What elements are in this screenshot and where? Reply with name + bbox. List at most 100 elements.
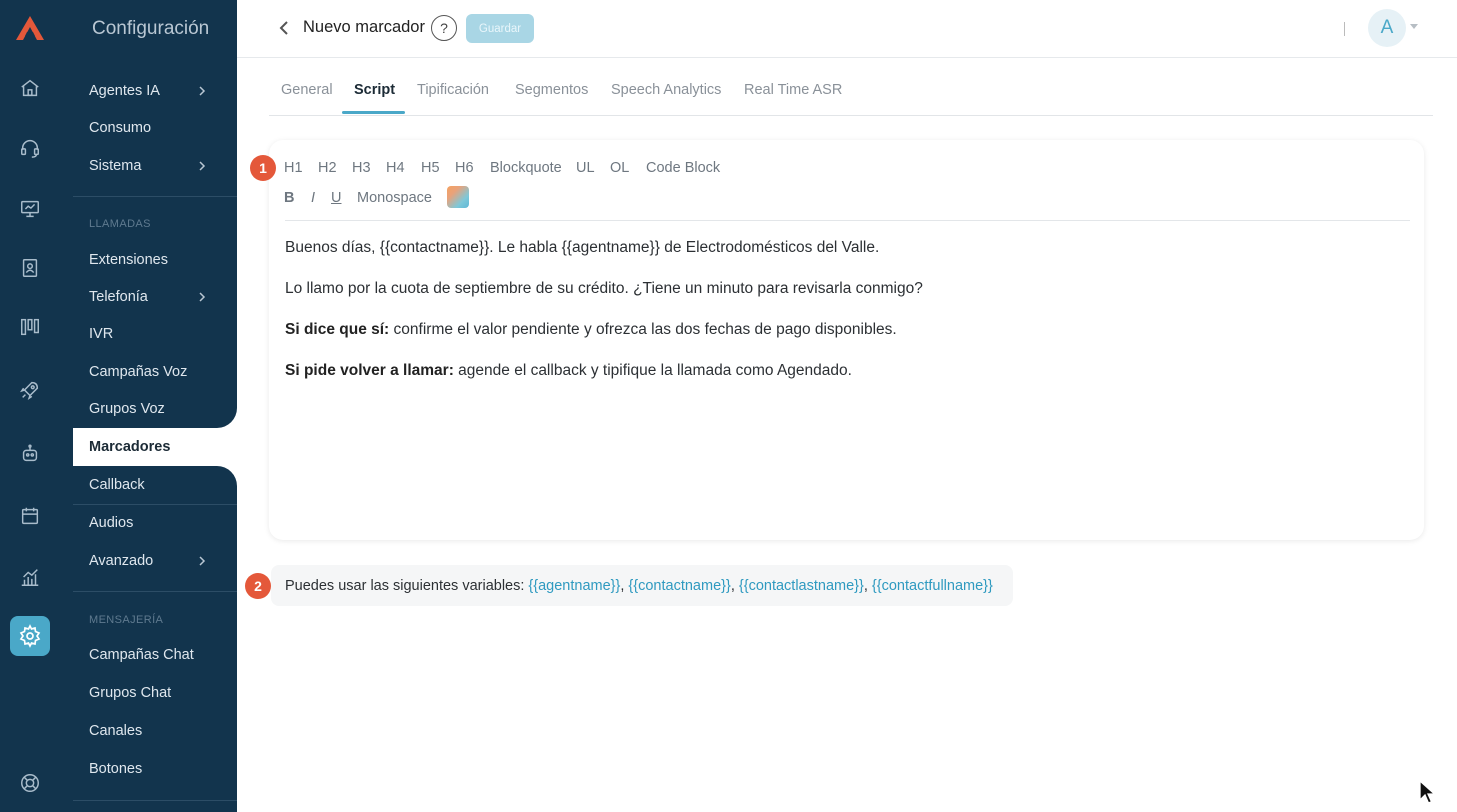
- nav-item-label: Sistema: [89, 158, 142, 174]
- chevron-right-icon: [199, 556, 206, 566]
- back-arrow-icon[interactable]: [277, 18, 291, 38]
- color-picker-swatch[interactable]: [447, 186, 469, 208]
- tab-bar: General Script Tipificación Segmentos Sp…: [269, 58, 1433, 116]
- calendar-icon[interactable]: [17, 503, 43, 529]
- nav-item-label: Callback: [89, 477, 145, 493]
- header-divider: [1344, 22, 1345, 36]
- section-label-mensajeria: MENSAJERÍA: [89, 614, 164, 626]
- nav-item-audios[interactable]: Audios: [58, 504, 237, 542]
- nav-item-label: Extensiones: [89, 252, 168, 268]
- logo-icon: [16, 16, 44, 40]
- nav-item-avanzado[interactable]: Avanzado: [58, 542, 237, 580]
- nav-item-botones[interactable]: Botones: [58, 750, 237, 788]
- icon-rail: [0, 0, 58, 812]
- tab-script[interactable]: Script: [354, 82, 395, 98]
- toolbar-h5[interactable]: H5: [421, 160, 440, 176]
- variable-agentname[interactable]: {{agentname}}: [528, 578, 620, 594]
- analytics-icon[interactable]: [17, 564, 43, 590]
- caret-down-icon[interactable]: [1410, 24, 1418, 29]
- help-button[interactable]: ?: [431, 15, 457, 41]
- nav-item-sistema[interactable]: Sistema: [58, 147, 237, 185]
- save-button[interactable]: Guardar: [466, 14, 534, 43]
- variables-prefix: Puedes usar las siguientes variables:: [285, 577, 525, 594]
- chevron-right-icon: [199, 86, 206, 96]
- chevron-right-icon: [199, 292, 206, 302]
- nav-item-ivr[interactable]: IVR: [58, 315, 237, 353]
- nav-item-label: Agentes IA: [89, 83, 160, 99]
- settings-icon[interactable]: [10, 616, 50, 656]
- active-tab-indicator: [342, 111, 405, 114]
- monitor-icon[interactable]: [17, 196, 43, 222]
- section-label-llamadas: LLAMADAS: [89, 218, 151, 230]
- nav-item-label: Botones: [89, 761, 143, 777]
- nav-item-extensiones[interactable]: Extensiones: [58, 241, 237, 279]
- nav-item-label: Marcadores: [89, 439, 171, 455]
- headset-icon[interactable]: [17, 135, 43, 161]
- nav-item-consumo[interactable]: Consumo: [58, 109, 237, 147]
- toolbar-h3[interactable]: H3: [352, 160, 371, 176]
- toolbar-h4[interactable]: H4: [386, 160, 405, 176]
- tab-tipificacion[interactable]: Tipificación: [417, 82, 489, 98]
- variables-hint: Puedes usar las siguientes variables: {{…: [271, 565, 1013, 606]
- nav-item-canales[interactable]: Canales: [58, 712, 237, 750]
- nav-divider: [73, 800, 237, 801]
- toolbar-ol[interactable]: OL: [610, 160, 629, 176]
- nav-item-label: Canales: [89, 723, 143, 739]
- page-title: Nuevo marcador: [303, 18, 425, 36]
- nav-item-grupos-chat[interactable]: Grupos Chat: [58, 674, 237, 712]
- variable-contactname[interactable]: {{contactname}}: [628, 578, 730, 594]
- nav-item-label: Telefonía: [89, 289, 148, 305]
- nav-item-callback[interactable]: Callback: [58, 466, 237, 504]
- nav-item-telefonia[interactable]: Telefonía: [58, 278, 237, 316]
- nav-item-label: Audios: [89, 515, 134, 531]
- support-icon[interactable]: [17, 770, 43, 796]
- rocket-icon[interactable]: [17, 377, 43, 403]
- tab-general[interactable]: General: [281, 82, 333, 98]
- script-paragraph: Buenos días, {{contactname}}. Le habla {…: [285, 239, 880, 256]
- tab-segmentos[interactable]: Segmentos: [515, 82, 588, 98]
- script-content[interactable]: Buenos días, {{contactname}}. Le habla {…: [285, 238, 1405, 402]
- chevron-right-icon: [199, 161, 206, 171]
- step-badge-2: 2: [245, 573, 271, 599]
- nav-item-label: Campañas Voz: [89, 364, 188, 380]
- toolbar-h1[interactable]: H1: [284, 160, 303, 176]
- toolbar-monospace[interactable]: Monospace: [357, 190, 432, 206]
- avatar[interactable]: A: [1368, 9, 1406, 47]
- script-paragraph: Si pide volver a llamar: agende el callb…: [285, 362, 852, 379]
- toolbar-ul[interactable]: UL: [576, 160, 595, 176]
- toolbar-h2[interactable]: H2: [318, 160, 337, 176]
- tab-speech-analytics[interactable]: Speech Analytics: [611, 82, 721, 98]
- nav-item-label: IVR: [89, 326, 114, 342]
- toolbar-underline[interactable]: U: [331, 190, 341, 206]
- nav-item-label: Grupos Voz: [89, 401, 165, 417]
- toolbar-bold[interactable]: B: [284, 190, 294, 206]
- variable-contactfullname[interactable]: {{contactfullname}}: [872, 578, 993, 594]
- board-icon[interactable]: [17, 314, 43, 340]
- nav-item-grupos-voz[interactable]: Grupos Voz: [58, 390, 237, 428]
- toolbar-italic[interactable]: I: [311, 190, 315, 206]
- toolbar-h6[interactable]: H6: [455, 160, 474, 176]
- script-paragraph: Si dice que sí: confirme el valor pendie…: [285, 321, 897, 338]
- nav-divider: [73, 591, 237, 592]
- mouse-cursor-icon: [1419, 779, 1436, 804]
- nav-item-label: Avanzado: [89, 553, 154, 569]
- toolbar-blockquote[interactable]: Blockquote: [490, 160, 562, 176]
- nav-item-label: Grupos Chat: [89, 685, 172, 701]
- nav-divider: [73, 196, 237, 197]
- toolbar-code-block[interactable]: Code Block: [646, 160, 720, 176]
- nav-item-campanas-voz[interactable]: Campañas Voz: [58, 353, 237, 391]
- tab-real-time-asr[interactable]: Real Time ASR: [744, 82, 842, 98]
- contact-book-icon[interactable]: [17, 255, 43, 281]
- toolbar-divider: [285, 220, 1410, 221]
- nav-item-marcadores[interactable]: Marcadores: [73, 428, 237, 466]
- variable-contactlastname[interactable]: {{contactlastname}}: [739, 578, 864, 594]
- nav-item-label: Consumo: [89, 120, 152, 136]
- nav-item-agentes-ia[interactable]: Agentes IA: [58, 72, 237, 110]
- step-badge-1: 1: [250, 155, 276, 181]
- home-icon[interactable]: [17, 75, 43, 101]
- nav-item-label: Campañas Chat: [89, 647, 194, 663]
- settings-nav: Configuración Agentes IA Consumo Sistema…: [58, 0, 237, 812]
- script-paragraph: Lo llamo por la cuota de septiembre de s…: [285, 280, 923, 297]
- robot-icon[interactable]: [17, 441, 43, 467]
- nav-item-campanas-chat[interactable]: Campañas Chat: [58, 636, 237, 674]
